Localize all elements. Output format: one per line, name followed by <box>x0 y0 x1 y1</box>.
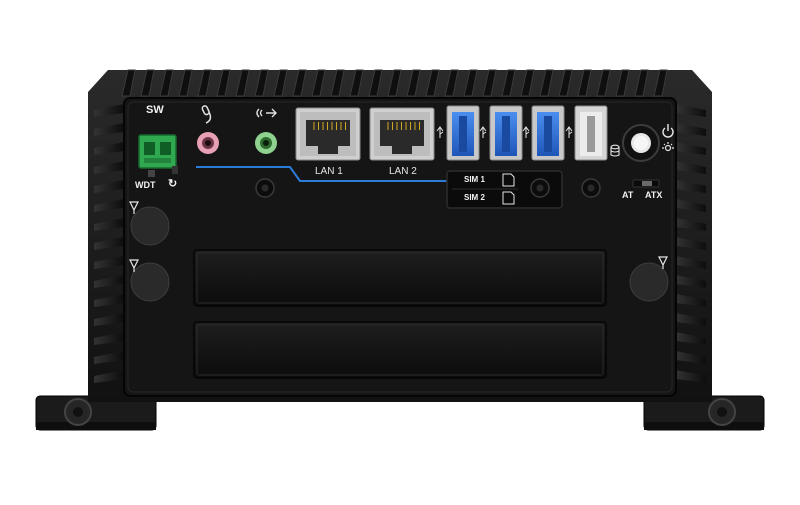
line-out-jack[interactable] <box>255 132 277 154</box>
sim1-label: SIM 1 <box>464 175 485 184</box>
atx-mode-label: ATX <box>645 190 663 200</box>
antenna-hole-left-top[interactable] <box>130 206 170 246</box>
power-terminal-block[interactable] <box>138 134 177 169</box>
usb3-port-1[interactable] <box>446 105 480 161</box>
lan2-label: LAN 2 <box>389 166 417 177</box>
mic-jack[interactable] <box>197 132 219 154</box>
wdt-led <box>148 170 155 177</box>
expansion-slot-2[interactable] <box>193 321 607 379</box>
power-button[interactable] <box>622 124 660 162</box>
screw-head <box>261 184 269 192</box>
usb3-port-2[interactable] <box>489 105 523 161</box>
usb3-port-3[interactable] <box>531 105 565 161</box>
expansion-slot-1[interactable] <box>193 249 607 307</box>
at-atx-switch[interactable] <box>632 179 660 188</box>
sim2-label: SIM 2 <box>464 193 485 202</box>
power-switch-label: SW <box>146 104 164 116</box>
antenna-hole-right[interactable] <box>629 262 669 302</box>
usb2-port[interactable] <box>574 105 608 161</box>
industrial-pc-front-view: SW WDT ↻ LAN 1 LAN 2 SIM 1 SIM 2 AT ATX <box>0 0 800 500</box>
lan2-port[interactable] <box>369 107 435 161</box>
antenna-hole-left-bottom[interactable] <box>130 262 170 302</box>
lan1-port[interactable] <box>295 107 361 161</box>
screw-head <box>587 184 595 192</box>
chassis-illustration <box>35 69 765 431</box>
reset-icon: ↻ <box>168 178 178 190</box>
screw-head <box>536 184 544 192</box>
at-mode-label: AT <box>622 190 634 200</box>
watchdog-label: WDT <box>135 180 156 190</box>
lan1-label: LAN 1 <box>315 166 343 177</box>
reset-pin[interactable] <box>172 166 178 174</box>
